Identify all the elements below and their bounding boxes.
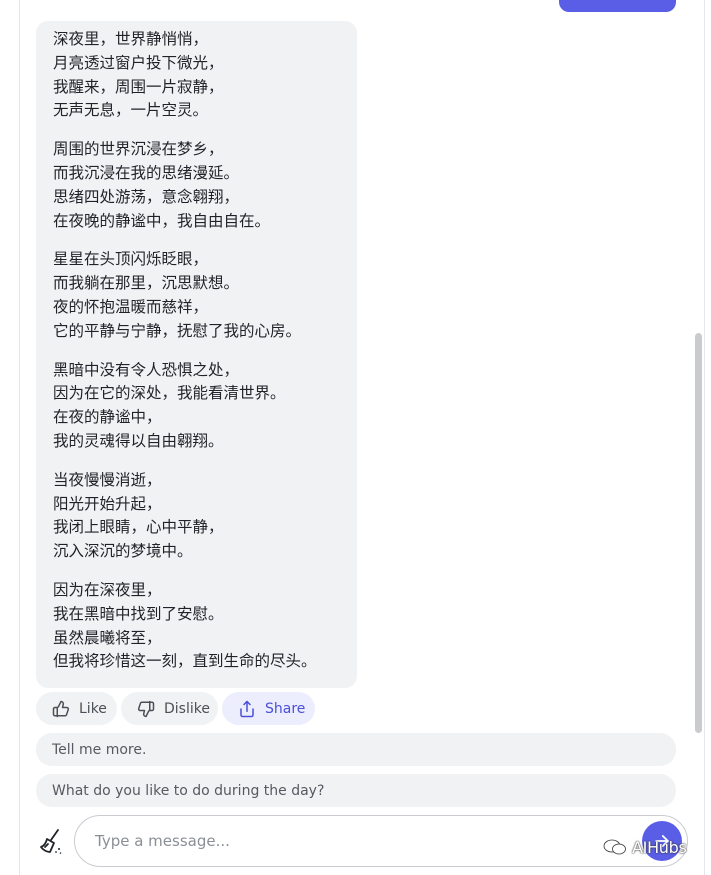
poem-line: 我闭上眼睛，心中平静， bbox=[53, 518, 224, 537]
share-label: Share bbox=[265, 700, 306, 717]
thumbs-up-icon bbox=[52, 700, 70, 718]
message-input[interactable] bbox=[95, 830, 595, 852]
poem-stanza: 周围的世界沉浸在梦乡， 而我沉浸在我的思绪漫延。 思绪四处游荡，意念翱翔， 在夜… bbox=[53, 138, 357, 233]
poem-line: 在夜晚的静谧中，我自由自在。 bbox=[53, 211, 271, 230]
poem-line: 夜的怀抱温暖而慈祥， bbox=[53, 297, 209, 316]
poem-line: 月亮透过窗户投下微光， bbox=[53, 53, 224, 72]
poem-line: 因为在它的深处，我能看清世界。 bbox=[53, 384, 286, 403]
user-message-bubble bbox=[559, 0, 676, 12]
poem-line: 在夜的静谧中， bbox=[53, 408, 162, 427]
suggestion-chip[interactable]: Tell me more. bbox=[36, 733, 676, 766]
poem-line: 无声无息，一片空灵。 bbox=[53, 101, 209, 120]
poem-line: 它的平静与宁静，抚慰了我的心房。 bbox=[53, 321, 302, 340]
watermark-text: AIHubs bbox=[632, 837, 687, 857]
poem-stanza: 星星在头顶闪烁眨眼， 而我躺在那里，沉思默想。 夜的怀抱温暖而慈祥， 它的平静与… bbox=[53, 248, 357, 343]
poem-line: 思绪四处游荡，意念翱翔， bbox=[53, 187, 240, 206]
poem-line: 因为在深夜里， bbox=[53, 580, 162, 599]
poem-line: 但我将珍惜这一刻，直到生命的尽头。 bbox=[53, 652, 317, 671]
poem-line: 周围的世界沉浸在梦乡， bbox=[53, 140, 224, 159]
suggestion-text: Tell me more. bbox=[52, 741, 147, 758]
poem-line: 当夜慢慢消逝， bbox=[53, 470, 162, 489]
poem-line: 沉入深沉的梦境中。 bbox=[53, 542, 193, 561]
wechat-icon bbox=[603, 839, 627, 855]
share-icon bbox=[238, 700, 256, 718]
suggestion-text: What do you like to do during the day? bbox=[52, 782, 325, 799]
thumbs-down-icon bbox=[137, 700, 155, 718]
broom-icon[interactable] bbox=[38, 827, 64, 855]
poem-line: 而我躺在那里，沉思默想。 bbox=[53, 274, 240, 293]
poem-line: 阳光开始升起， bbox=[53, 494, 162, 513]
poem-line: 黑暗中没有令人恐惧之处， bbox=[53, 360, 240, 379]
poem-line: 虽然晨曦将至， bbox=[53, 628, 162, 647]
message-input-box[interactable] bbox=[74, 815, 688, 867]
poem-stanza: 因为在深夜里， 我在黑暗中找到了安慰。 虽然晨曦将至， 但我将珍惜这一刻，直到生… bbox=[53, 579, 357, 674]
scrollbar-thumb[interactable] bbox=[695, 333, 702, 733]
poem-stanza: 当夜慢慢消逝， 阳光开始升起， 我闭上眼睛，心中平静， 沉入深沉的梦境中。 bbox=[53, 469, 357, 564]
dislike-label: Dislike bbox=[164, 700, 210, 717]
poem-line: 我的灵魂得以自由翱翔。 bbox=[53, 431, 224, 450]
poem-line: 我醒来，周围一片寂静， bbox=[53, 77, 224, 96]
poem-line: 而我沉浸在我的思绪漫延。 bbox=[53, 163, 240, 182]
poem-line: 星星在头顶闪烁眨眼， bbox=[53, 250, 209, 269]
assistant-message-bubble: 深夜里，世界静悄悄， 月亮透过窗户投下微光， 我醒来，周围一片寂静， 无声无息，… bbox=[36, 21, 357, 688]
suggestion-chip[interactable]: What do you like to do during the day? bbox=[36, 774, 676, 807]
like-label: Like bbox=[79, 700, 107, 717]
share-button[interactable]: Share bbox=[222, 692, 315, 725]
watermark: AIHubs bbox=[603, 836, 687, 858]
poem-stanza: 深夜里，世界静悄悄， 月亮透过窗户投下微光， 我醒来，周围一片寂静， 无声无息，… bbox=[53, 28, 357, 123]
poem-stanza: 黑暗中没有令人恐惧之处， 因为在它的深处，我能看清世界。 在夜的静谧中， 我的灵… bbox=[53, 359, 357, 454]
poem-line: 我在黑暗中找到了安慰。 bbox=[53, 604, 224, 623]
dislike-button[interactable]: Dislike bbox=[121, 692, 218, 725]
like-button[interactable]: Like bbox=[36, 692, 117, 725]
poem-line: 深夜里，世界静悄悄， bbox=[53, 30, 209, 48]
